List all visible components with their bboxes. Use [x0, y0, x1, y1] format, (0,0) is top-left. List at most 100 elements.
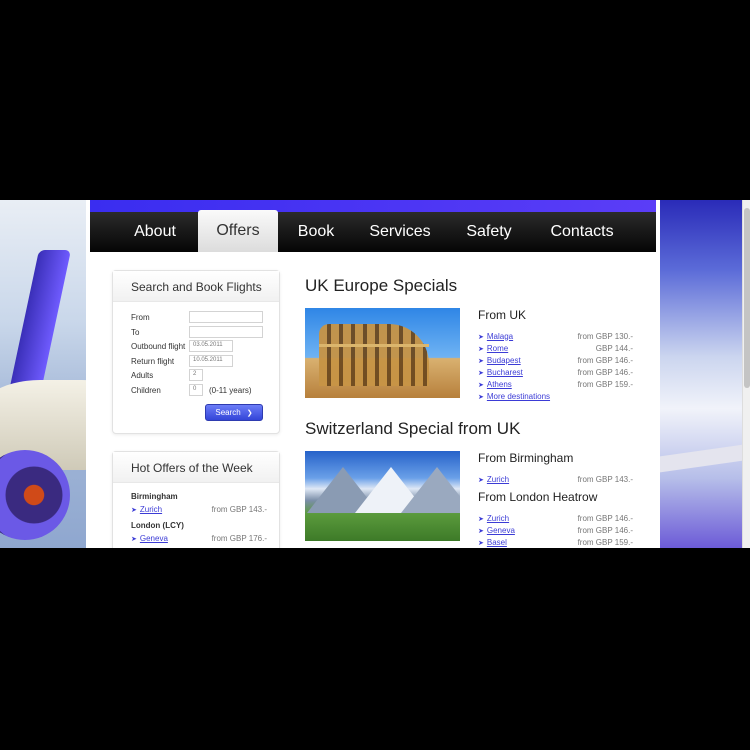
hot-offer-group-london: London (LCY) ➤ Geneva from GBP 176.-	[131, 521, 267, 544]
nav-item-safety[interactable]: Safety	[446, 212, 532, 252]
outbound-label: Outbound flight	[131, 341, 186, 351]
return-date-input[interactable]: 10.05.2011	[189, 355, 233, 367]
search-button[interactable]: Search ❯	[205, 404, 263, 421]
alps-photo	[305, 451, 460, 541]
page-content: About Offers Book Services Safety Contac…	[86, 200, 660, 548]
uk-offers-list: From UK ➤ Malaga from GBP 130.- ➤ Rome GBP…	[478, 308, 633, 402]
uk-specials-title: UK Europe Specials	[305, 276, 458, 295]
outbound-row: Outbound flight 03.05.2011	[131, 340, 233, 352]
from-row: From	[131, 311, 263, 323]
children-age-note: (0-11 years)	[209, 385, 252, 395]
from-london-heathrow-heading: From London Heatrow	[478, 490, 598, 504]
offer-row: ➤ Basel from GBP 159.-	[478, 536, 633, 548]
nav-item-contacts[interactable]: Contacts	[532, 212, 632, 252]
airplane-wing-shape	[660, 443, 750, 473]
header-accent-bar	[90, 200, 656, 212]
offer-destination-link[interactable]: Basel	[487, 538, 507, 547]
search-flights-box: Search and Book Flights From To Outbound…	[112, 270, 280, 434]
arrow-bullet-icon: ➤	[478, 393, 484, 401]
colosseum-photo	[305, 308, 460, 398]
to-input[interactable]	[189, 326, 263, 338]
offer-row: ➤ Rome GBP 144.-	[478, 342, 633, 354]
arrow-bullet-icon: ➤	[131, 535, 137, 543]
from-input[interactable]	[189, 311, 263, 323]
offer-price: from GBP 143.-	[577, 474, 633, 484]
chevron-right-icon: ❯	[246, 409, 253, 417]
more-destinations-link[interactable]: More destinations	[487, 392, 550, 401]
offer-row: ➤ Athens from GBP 159.-	[478, 378, 633, 390]
search-box-title: Search and Book Flights	[113, 271, 279, 302]
offer-row: ➤ Zurich from GBP 143.-	[478, 473, 633, 485]
return-row: Return flight 10.05.2011	[131, 355, 233, 367]
browser-viewport: About Offers Book Services Safety Contac…	[0, 200, 750, 548]
mountain-shape	[401, 467, 460, 513]
vertical-scrollbar[interactable]	[742, 200, 750, 548]
offer-row: ➤ Bucharest from GBP 146.-	[478, 366, 633, 378]
london-heathrow-offers-list: From London Heatrow ➤ Zurich from GBP 146…	[478, 490, 633, 548]
return-label: Return flight	[131, 356, 175, 366]
nav-item-about[interactable]: About	[112, 212, 198, 252]
hot-offer-destination-link[interactable]: Geneva	[140, 534, 168, 543]
offer-destination-link[interactable]: Zurich	[487, 475, 509, 484]
adults-row: Adults 2	[131, 369, 203, 381]
nav-item-book[interactable]: Book	[278, 212, 354, 252]
to-label: To	[131, 327, 140, 337]
offer-destination-link[interactable]: Budapest	[487, 356, 521, 365]
arrow-bullet-icon: ➤	[478, 515, 484, 523]
to-row: To	[131, 326, 263, 338]
offer-destination-link[interactable]: Rome	[487, 344, 508, 353]
children-input[interactable]: 0	[189, 384, 203, 396]
arrow-bullet-icon: ➤	[131, 506, 137, 514]
from-uk-heading: From UK	[478, 308, 526, 322]
main-navigation: About Offers Book Services Safety Contac…	[90, 210, 656, 252]
adults-input[interactable]: 2	[189, 369, 203, 381]
offer-destination-link[interactable]: Athens	[487, 380, 512, 389]
offer-row: ➤ Zurich from GBP 146.-	[478, 512, 633, 524]
hot-offer-price: from GBP 176.-	[211, 533, 267, 543]
offer-price: GBP 144.-	[595, 343, 633, 353]
arrow-bullet-icon: ➤	[478, 369, 484, 377]
nav-item-offers[interactable]: Offers	[198, 210, 278, 252]
children-label: Children	[131, 385, 161, 395]
adults-label: Adults	[131, 370, 154, 380]
arrow-bullet-icon: ➤	[478, 381, 484, 389]
nav-item-services[interactable]: Services	[354, 212, 446, 252]
clouds-background-image	[660, 200, 750, 548]
offer-destination-link[interactable]: Malaga	[487, 332, 513, 341]
offer-row: ➤ Malaga from GBP 130.-	[478, 330, 633, 342]
scrollbar-thumb[interactable]	[744, 208, 750, 388]
offer-price: from GBP 130.-	[577, 331, 633, 341]
arrow-bullet-icon: ➤	[478, 333, 484, 341]
offer-destination-link[interactable]: Zurich	[487, 514, 509, 523]
offer-row: ➤ Geneva from GBP 146.-	[478, 524, 633, 536]
offer-price: from GBP 146.-	[577, 525, 633, 535]
hot-offer-price: from GBP 143.-	[211, 504, 267, 514]
arrow-bullet-icon: ➤	[478, 527, 484, 535]
offer-row: ➤ More destinations	[478, 390, 633, 402]
hot-offer-city: Birmingham	[131, 492, 178, 501]
outbound-date-input[interactable]: 03.05.2011	[189, 340, 233, 352]
arrow-bullet-icon: ➤	[478, 345, 484, 353]
colosseum-shape	[319, 324, 429, 386]
arrow-bullet-icon: ➤	[478, 357, 484, 365]
hot-offers-box: Hot Offers of the Week Birmingham ➤ Zuric…	[112, 451, 280, 548]
airplane-background-image	[0, 200, 86, 548]
from-birmingham-heading: From Birmingham	[478, 451, 574, 465]
hot-offer-group-birmingham: Birmingham ➤ Zurich from GBP 143.-	[131, 492, 267, 515]
hot-offer-city: London (LCY)	[131, 521, 184, 530]
arrow-bullet-icon: ➤	[478, 476, 484, 484]
offer-destination-link[interactable]: Geneva	[487, 526, 515, 535]
hot-offer-row: ➤ Geneva from GBP 176.-	[131, 532, 267, 544]
birmingham-offers-list: From Birmingham ➤ Zurich from GBP 143.-	[478, 451, 633, 485]
arrow-bullet-icon: ➤	[478, 539, 484, 547]
offer-price: from GBP 146.-	[577, 513, 633, 523]
children-row: Children 0 (0-11 years)	[131, 384, 252, 396]
hot-offer-destination-link[interactable]: Zurich	[140, 505, 162, 514]
offer-price: from GBP 146.-	[577, 355, 633, 365]
from-label: From	[131, 312, 150, 322]
offer-row: ➤ Budapest from GBP 146.-	[478, 354, 633, 366]
offer-destination-link[interactable]: Bucharest	[487, 368, 523, 377]
offer-price: from GBP 146.-	[577, 367, 633, 377]
offer-price: from GBP 159.-	[577, 379, 633, 389]
offer-price: from GBP 159.-	[577, 537, 633, 547]
